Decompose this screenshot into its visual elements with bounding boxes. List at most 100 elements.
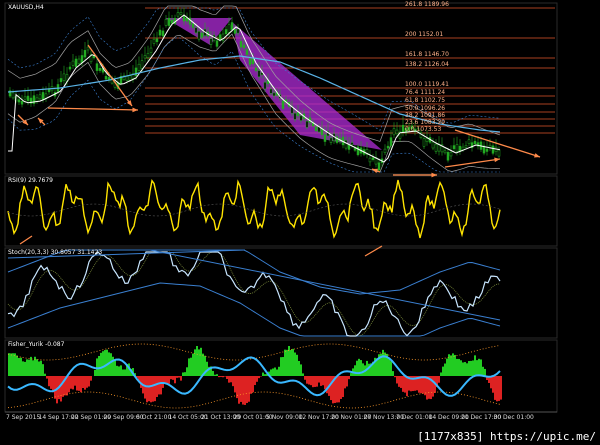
fisher-bar-negative [62,376,64,397]
fisher-bar-negative [318,376,320,383]
fisher-bar-negative [312,376,314,388]
fisher-bar-negative [438,376,440,383]
candle-body [23,96,27,100]
fisher-bar-negative [170,376,172,380]
fisher-bar-negative [258,376,260,379]
candle-body [344,140,348,149]
candle-body [377,162,381,171]
candle-body [227,24,231,33]
candle-body [437,144,441,152]
fisher-bar-negative [70,376,72,389]
fisher-bar-positive [276,369,278,376]
fisher-bar-negative [226,376,228,380]
trading-chart[interactable] [0,0,600,445]
fisher-bar-negative [60,376,62,402]
fib-level-label: 161.8 1146.70 [405,51,449,58]
fib-level-label: 261.8 1189.96 [405,1,449,8]
fisher-bar-negative [496,376,498,402]
fisher-bar-negative [252,376,254,393]
fisher-bar-negative [402,376,404,392]
candle-body [152,38,156,44]
candle-body [209,38,213,45]
fisher-bar-positive [466,363,468,376]
fisher-bar-positive [190,357,192,376]
candle-body [368,157,372,163]
fisher-bar-positive [32,360,34,376]
fisher-bar-negative [498,376,500,401]
fisher-bar-negative [308,376,310,385]
fib-level-label: 138.2 1126.04 [405,61,449,68]
fisher-bar-positive [454,354,456,376]
fisher-bar-negative [236,376,238,399]
candle-body [422,138,426,147]
fisher-bar-positive [44,373,46,376]
candle-body [251,58,255,64]
candle-body [104,76,108,80]
fisher-bar-positive [40,360,42,376]
fisher-bar-positive [122,369,124,376]
fisher-bar-positive [124,369,126,376]
fisher-bar-positive [114,359,116,376]
fisher-bar-positive [458,358,460,376]
fisher-bar-positive [20,357,22,376]
fisher-bar-negative [80,376,82,393]
fisher-bar-positive [350,373,352,376]
fisher-bar-negative [426,376,428,400]
fisher-bar-negative [82,376,84,389]
candle-body [41,92,45,100]
candle-body [128,75,132,81]
fisher-bar-positive [280,357,282,376]
fisher-bar-positive [484,368,486,376]
candle-body [38,94,42,100]
fisher-bar-positive [464,362,466,376]
candle-body [71,60,75,66]
candle-body [143,55,147,59]
fisher-bar-negative [248,376,250,402]
fisher-bar-negative [152,376,154,402]
candle-body [179,12,183,15]
candle-body [443,150,447,154]
fisher-bar-positive [264,374,266,376]
fisher-bar-positive [182,372,184,376]
fisher-bar-positive [354,365,356,376]
fisher-bar-negative [84,376,86,390]
fisher-bar-negative [154,376,156,402]
fisher-bar-negative [500,376,502,400]
watermark: [1177x835] https://upic.me/ [417,430,596,443]
candle-body [293,113,297,120]
candle-body [401,124,405,133]
fisher-bar-negative [322,376,324,386]
candle-body [491,145,495,154]
fisher-bar-positive [272,368,274,376]
fisher-bar-positive [292,348,294,376]
fisher-bar-negative [346,376,348,387]
fisher-bar-negative [54,376,56,399]
fisher-bar-negative [404,376,406,393]
fisher-bar-negative [242,376,244,405]
candle-body [155,38,159,43]
fisher-bar-positive [22,361,24,376]
candle-body [383,148,387,153]
fisher-bar-negative [178,376,180,378]
fisher-bar-negative [150,376,152,403]
fisher-bar-negative [422,376,424,394]
fisher-bar-positive [102,351,104,376]
candle-body [167,17,171,26]
fisher-bar-negative [222,376,224,378]
candle-body [395,129,399,135]
candle-body [164,19,168,26]
candle-body [230,22,234,30]
fisher-bar-negative [348,376,350,380]
candle-body [464,145,468,148]
time-axis-label: 6 Oct 21:00 [136,414,172,421]
candle-body [11,92,15,99]
candle-body [77,58,81,64]
fisher-bar-negative [432,376,434,397]
candle-body [257,70,261,77]
time-axis-label: 7 Sep 2015 [6,414,41,421]
fisher-bar-positive [118,366,120,376]
candle-body [485,148,489,152]
candle-body [431,141,435,149]
fisher-bar-positive [186,367,188,376]
candle-body [446,152,450,161]
